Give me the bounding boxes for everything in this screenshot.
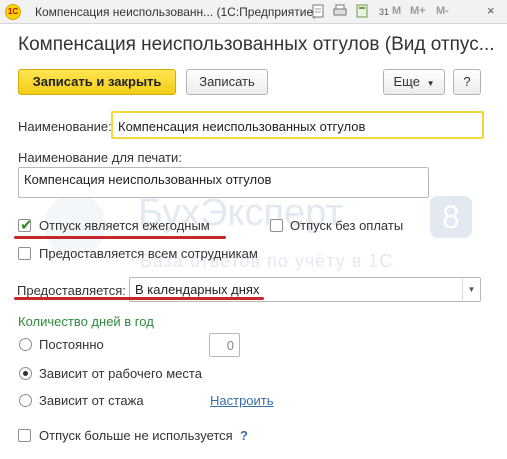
radio-seniority[interactable] — [19, 394, 32, 407]
radio-workplace[interactable] — [19, 367, 32, 380]
calendar-icon[interactable]: 31 — [376, 4, 392, 20]
annual-leave-checkbox[interactable]: ✔ — [18, 217, 33, 234]
calculator-icon[interactable] — [354, 4, 370, 20]
name-field[interactable]: Компенсация неиспользованных отгулов — [111, 111, 484, 139]
window-title: Компенсация неиспользованн... (1С:Предпр… — [35, 5, 318, 19]
radio-constant[interactable] — [19, 338, 32, 351]
days-count-value: 0 — [226, 338, 234, 353]
memory-button-m[interactable]: M — [392, 5, 401, 17]
help-button[interactable]: ? — [453, 69, 481, 95]
memory-button-m-minus[interactable]: M- — [436, 5, 449, 17]
annual-leave-label: Отпуск является ежегодным — [39, 218, 210, 233]
print-icon[interactable] — [332, 4, 348, 20]
name-label: Наименование: — [18, 119, 112, 134]
help-icon[interactable]: ? — [240, 428, 248, 443]
close-icon[interactable]: × — [487, 3, 495, 18]
radio-workplace-label: Зависит от рабочего места — [39, 366, 202, 381]
provided-select-value: В календарных днях — [135, 282, 260, 297]
window-titlebar: 1С Компенсация неиспользованн... (1С:Пре… — [0, 0, 507, 24]
radio-seniority-label: Зависит от стажа — [39, 393, 144, 408]
radio-constant-label: Постоянно — [39, 337, 104, 352]
annotation-underline — [14, 297, 264, 300]
memory-button-m-plus[interactable]: M+ — [410, 5, 426, 17]
more-button[interactable]: Еще ▼ — [383, 69, 445, 95]
radio-selected-dot — [23, 371, 28, 376]
unpaid-leave-checkbox[interactable] — [270, 219, 283, 232]
form-title: Компенсация неиспользованных отгулов (Ви… — [18, 34, 495, 55]
not-used-checkbox[interactable] — [18, 429, 31, 442]
print-name-label: Наименование для печати: — [18, 150, 182, 165]
save-and-close-button[interactable]: Записать и закрыть — [18, 69, 176, 95]
unpaid-leave-label: Отпуск без оплаты — [290, 218, 404, 233]
more-button-label: Еще — [393, 74, 420, 89]
all-employees-checkbox[interactable] — [18, 247, 31, 260]
all-employees-label: Предоставляется всем сотрудникам — [39, 246, 258, 261]
provided-label: Предоставляется: — [17, 283, 126, 298]
print-name-field-value: Компенсация неиспользованных отгулов — [24, 172, 272, 187]
chevron-down-icon[interactable]: ▼ — [462, 278, 480, 301]
1c-logo-icon: 1С — [5, 4, 21, 20]
not-used-label: Отпуск больше не используется — [39, 428, 233, 443]
save-button[interactable]: Записать — [186, 69, 268, 95]
days-count-field[interactable]: 0 — [209, 333, 240, 357]
document-icon[interactable] — [310, 4, 326, 20]
print-name-field[interactable]: Компенсация неиспользованных отгулов — [18, 167, 429, 198]
checkmark-icon: ✔ — [20, 217, 33, 234]
annotation-underline — [14, 236, 226, 239]
days-per-year-title: Количество дней в год — [18, 314, 154, 329]
name-field-value: Компенсация неиспользованных отгулов — [118, 119, 366, 134]
chevron-down-icon: ▼ — [426, 79, 435, 88]
configure-link[interactable]: Настроить — [210, 393, 274, 408]
watermark-number-badge — [430, 196, 472, 238]
